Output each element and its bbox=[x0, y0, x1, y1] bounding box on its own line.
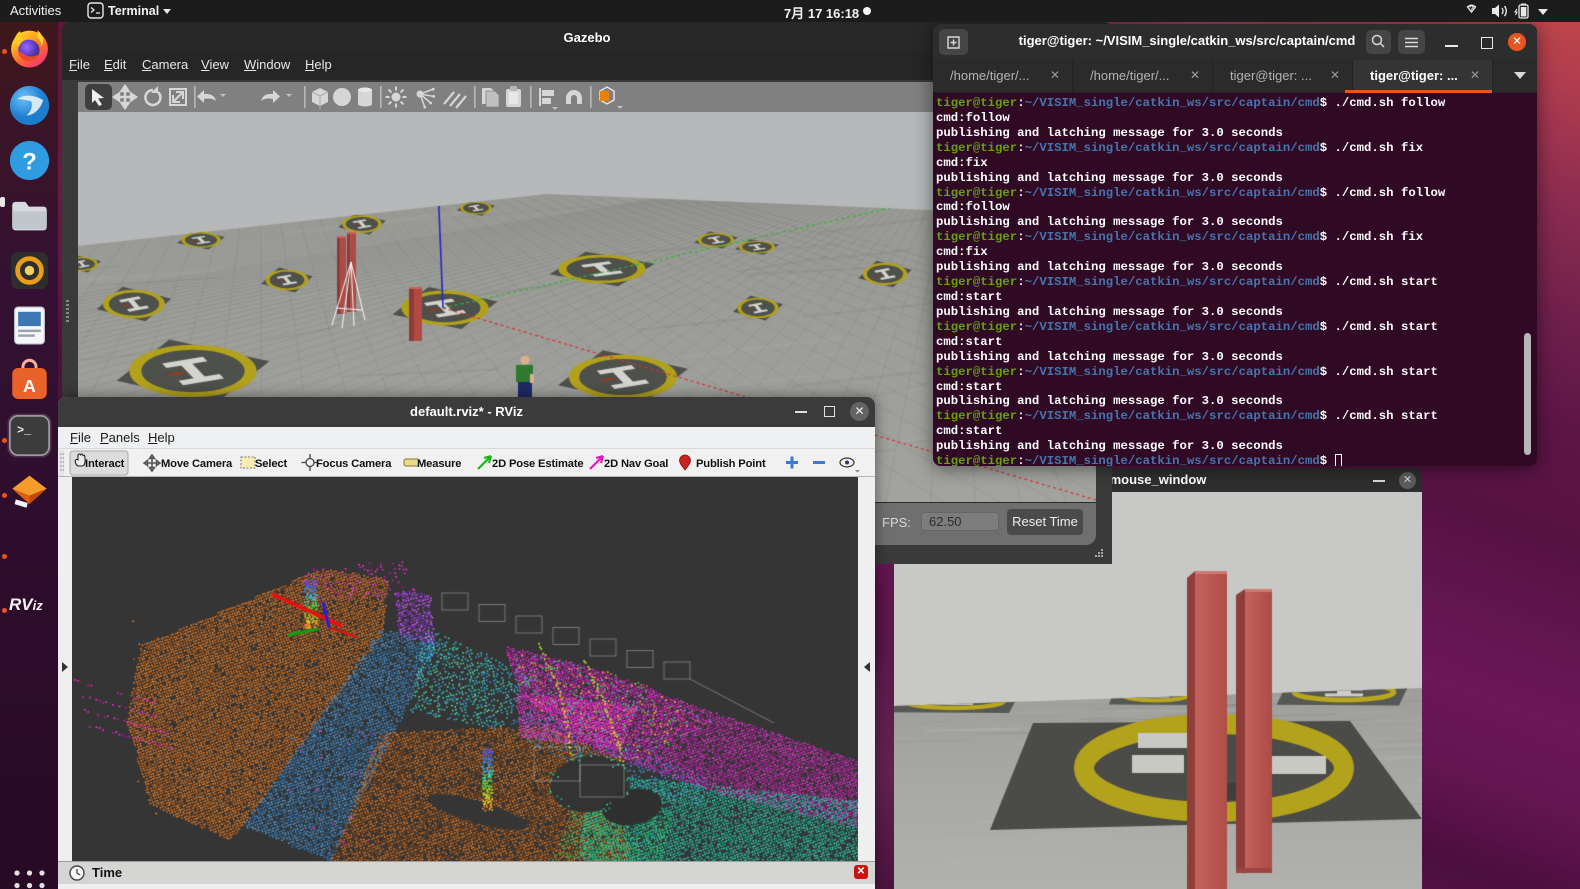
svg-text:A: A bbox=[23, 376, 36, 396]
svg-text:>_: >_ bbox=[17, 424, 32, 438]
svg-text:Measure: Measure bbox=[417, 458, 461, 470]
svg-text:Interact: Interact bbox=[85, 458, 125, 470]
svg-text:2D Pose Estimate: 2D Pose Estimate bbox=[492, 458, 584, 470]
svg-text:?: ? bbox=[22, 148, 37, 175]
svg-text:Select: Select bbox=[255, 458, 287, 470]
svg-text:Publish Point: Publish Point bbox=[696, 458, 766, 470]
svg-text:?: ? bbox=[1469, 4, 1474, 14]
svg-text:Focus Camera: Focus Camera bbox=[316, 458, 392, 470]
svg-text:2D Nav Goal: 2D Nav Goal bbox=[604, 458, 668, 470]
svg-text:Move Camera: Move Camera bbox=[161, 458, 233, 470]
